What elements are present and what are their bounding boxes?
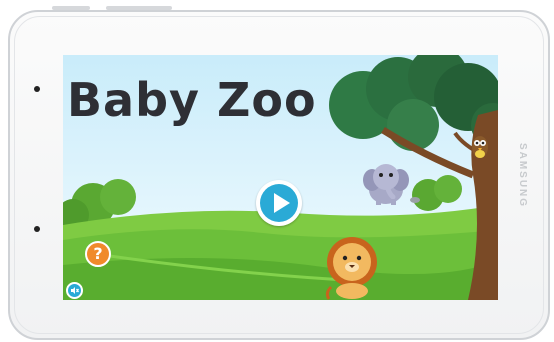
sound-icon — [71, 287, 79, 294]
sensor-dot — [34, 86, 40, 92]
game-title: Baby Zoo — [67, 73, 317, 127]
play-button[interactable] — [256, 180, 302, 226]
sound-toggle-button[interactable] — [66, 282, 83, 299]
brand-label: SAMSUNG — [517, 142, 529, 208]
power-button — [106, 6, 172, 10]
volume-button — [52, 6, 90, 10]
play-button-circle — [260, 184, 298, 222]
rock — [410, 197, 420, 203]
brand-label-wrap: SAMSUNG — [503, 130, 543, 220]
play-icon — [274, 193, 290, 213]
home-dot — [34, 226, 40, 232]
game-screen: Baby Zoo ? — [63, 55, 498, 300]
help-button[interactable]: ? — [85, 241, 111, 267]
owl-character — [472, 136, 488, 158]
